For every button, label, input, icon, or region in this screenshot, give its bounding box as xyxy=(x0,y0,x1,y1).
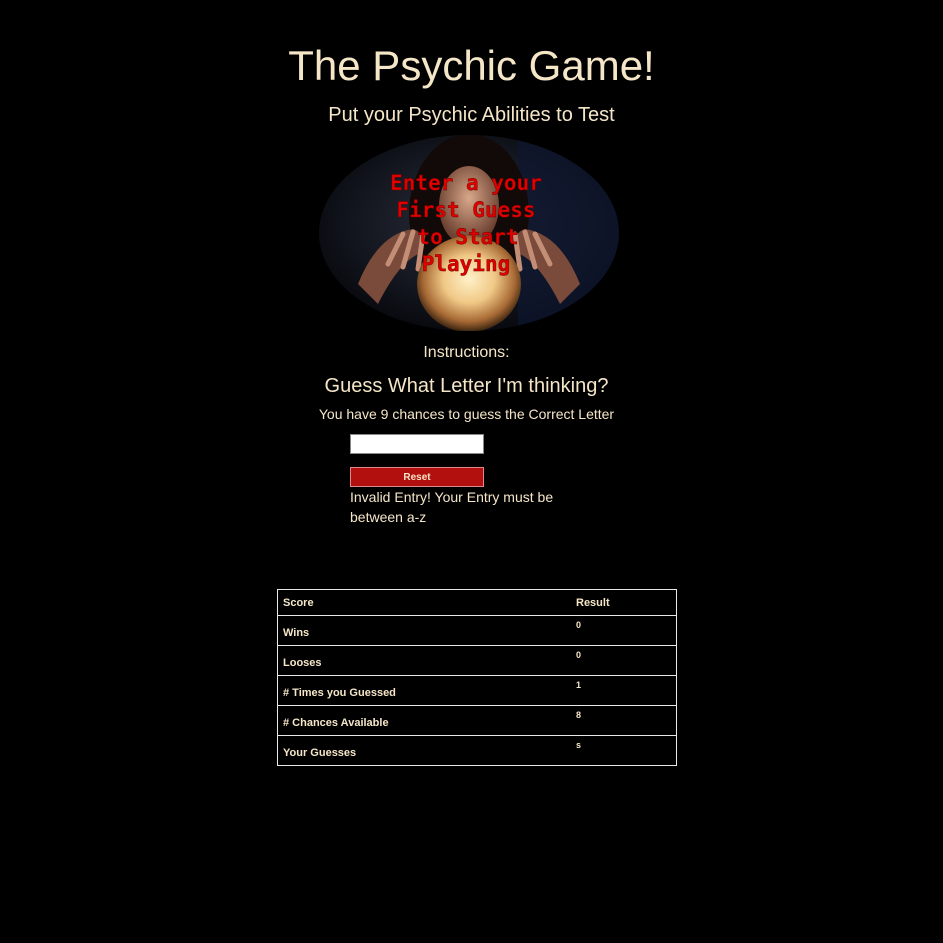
guess-input[interactable] xyxy=(350,434,484,454)
page-subtitle: Put your Psychic Abilities to Test xyxy=(328,104,615,126)
crystal-ball-image: Enter a your First Guess to Start Playin… xyxy=(318,134,620,332)
overlay-line-4: Playing xyxy=(422,252,511,276)
row-label: Looses xyxy=(277,645,571,676)
table-row-looses: Looses 0 xyxy=(277,645,677,676)
instructions-label: Instructions: xyxy=(423,344,510,361)
overlay-line-1: Enter a your xyxy=(390,171,542,195)
crystal-ball-illustration: Enter a your First Guess to Start Playin… xyxy=(319,135,619,331)
row-label: # Times you Guessed xyxy=(277,675,571,706)
question-heading: Guess What Letter I'm thinking? xyxy=(324,375,609,397)
overlay-line-2: First Guess xyxy=(396,198,535,222)
table-row-your-guesses: Your Guesses s xyxy=(277,735,677,766)
row-value: 8 xyxy=(571,705,677,736)
row-label: Your Guesses xyxy=(277,735,571,766)
page-title: The Psychic Game! xyxy=(288,42,655,89)
row-value: 0 xyxy=(571,645,677,676)
error-message: Invalid Entry! Your Entry must be betwee… xyxy=(350,489,554,525)
score-table: Score Result Wins 0 Looses 0 # Times you… xyxy=(277,589,677,766)
chances-text: You have 9 chances to guess the Correct … xyxy=(318,406,615,422)
row-label: # Chances Available xyxy=(277,705,571,736)
table-row-wins: Wins 0 xyxy=(277,615,677,646)
row-label: Wins xyxy=(277,615,571,646)
reset-button[interactable]: Reset xyxy=(350,467,484,487)
row-value: 0 xyxy=(571,615,677,646)
row-value: 1 xyxy=(571,675,677,706)
table-row-chances-available: # Chances Available 8 xyxy=(277,705,677,736)
row-value: s xyxy=(571,735,677,766)
header-result: Result xyxy=(571,589,677,616)
overlay-line-3: to Start xyxy=(417,225,518,249)
table-header-row: Score Result xyxy=(277,589,677,616)
table-row-times-guessed: # Times you Guessed 1 xyxy=(277,675,677,706)
header-score: Score xyxy=(277,589,571,616)
